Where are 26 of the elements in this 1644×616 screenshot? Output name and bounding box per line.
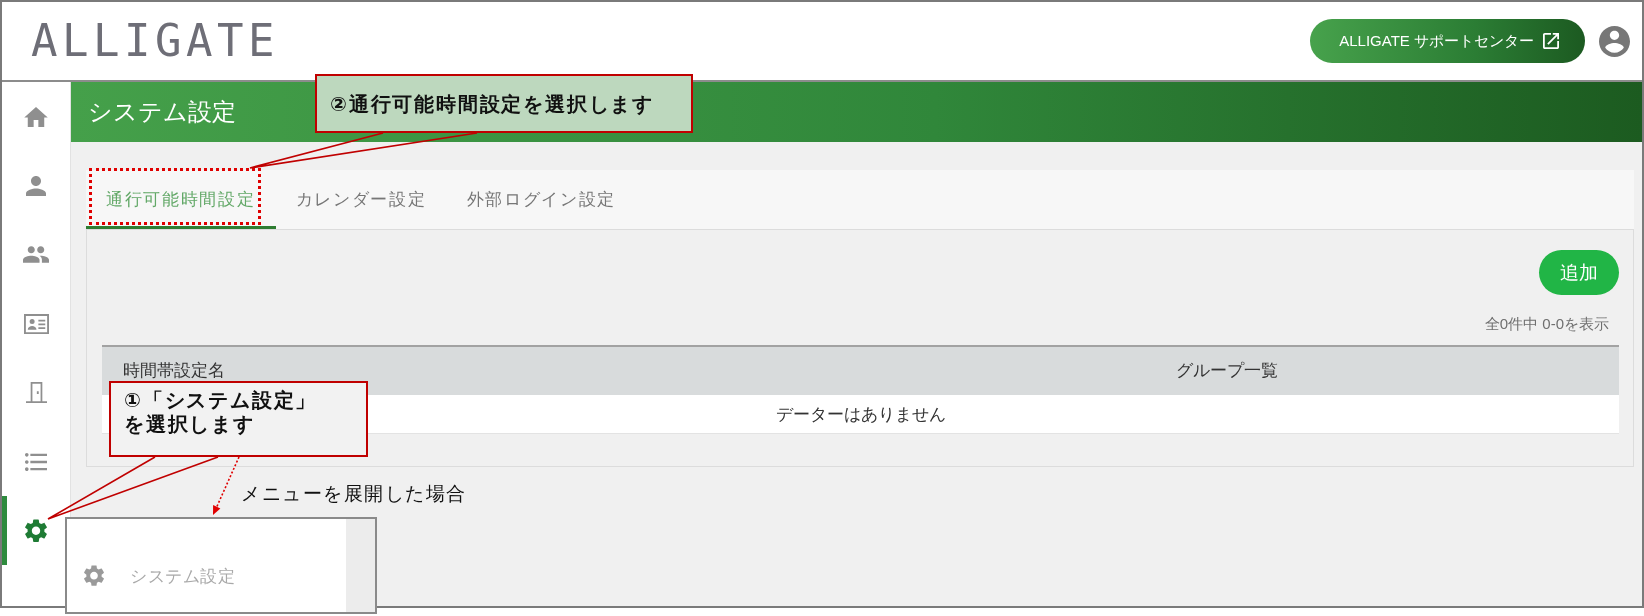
callout: ①「システム設定」を選択します	[109, 381, 368, 457]
external-link-icon	[1543, 33, 1559, 49]
callout: ②通行可能時間設定を選択します	[315, 74, 693, 133]
dotted-arrow	[212, 456, 241, 516]
door-icon	[25, 382, 47, 403]
add-button[interactable]: 追加	[1539, 250, 1619, 295]
home-icon	[24, 106, 48, 127]
settings-icon	[25, 518, 47, 543]
empty-message: データーはありません	[775, 403, 946, 426]
support-center-button[interactable]: ALLIGATE サポートセンター	[1310, 19, 1585, 63]
tab[interactable]: 外部ログイン設定	[446, 170, 637, 229]
person-icon	[26, 175, 46, 196]
logo: ALLIGATE	[31, 19, 279, 63]
list-icon	[25, 452, 47, 471]
page-title: システム設定	[88, 97, 236, 127]
people-icon	[23, 246, 49, 263]
tab[interactable]: カレンダー設定	[275, 170, 447, 229]
settings-icon	[84, 565, 104, 587]
account-icon[interactable]	[1599, 25, 1630, 57]
column-header: グループ一覧	[1176, 360, 1278, 382]
tab[interactable]: 通行可能時間設定	[86, 170, 276, 229]
menu-item[interactable]: システム設定	[84, 564, 235, 588]
result-count: 全0件中 0-0を表示	[1484, 314, 1609, 334]
menu-caption: メニューを展開した場合	[241, 483, 467, 505]
id-card-icon	[23, 313, 49, 334]
column-header: 時間帯設定名	[123, 360, 225, 382]
